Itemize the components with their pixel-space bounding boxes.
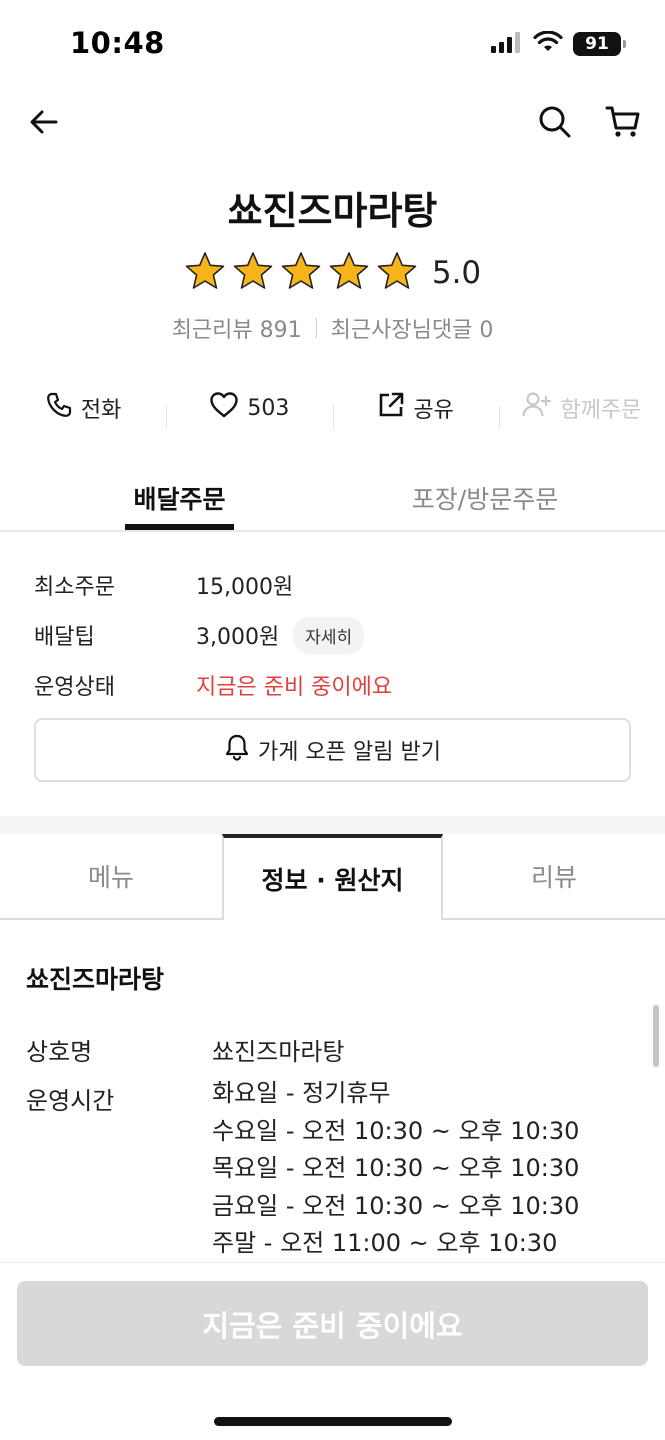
call-button[interactable]: 전화 — [0, 391, 166, 425]
status-row: 운영상태 지금은 준비 중이에요 — [34, 660, 634, 710]
hours-line: 목요일 - 오전 10:30 ~ 오후 10:30 — [212, 1154, 580, 1182]
signal-icon — [491, 31, 523, 57]
back-arrow-icon[interactable] — [24, 102, 64, 142]
hours-line: 주말 - 오전 11:00 ~ 오후 10:30 — [212, 1229, 558, 1257]
min-order-value: 15,000원 — [196, 575, 294, 600]
call-label: 전화 — [80, 398, 122, 423]
nav-bar — [0, 92, 665, 152]
like-button[interactable]: 503 — [166, 391, 332, 429]
business-name-value: 쑈진즈마라탕 — [212, 1038, 345, 1066]
delivery-tip-value: 3,000원 — [196, 625, 280, 650]
content-tabs: 메뉴 정보 · 원산지 리뷰 — [0, 834, 665, 920]
like-count: 503 — [247, 395, 290, 421]
business-name-row: 상호명 쑈진즈마라탕 — [26, 1032, 626, 1067]
delivery-tip-label: 배달팁 — [34, 625, 95, 650]
rating-value: 5.0 — [431, 255, 482, 291]
tab-delivery[interactable]: 배달주문 — [125, 480, 234, 516]
min-order-label: 최소주문 — [34, 575, 115, 600]
wifi-icon — [533, 30, 563, 57]
group-order-label: 함께주문 — [560, 398, 642, 423]
home-indicator — [214, 1417, 452, 1426]
star-icon — [328, 250, 370, 296]
tab-pickup[interactable]: 포장/방문주문 — [390, 480, 580, 516]
share-label: 공유 — [413, 398, 454, 423]
hours-line: 수요일 - 오전 10:30 ~ 오후 10:30 — [212, 1116, 580, 1145]
status-time: 10:48 — [70, 26, 165, 60]
delivery-tip-detail-button[interactable]: 자세히 — [293, 616, 365, 654]
hours-label: 운영시간 — [26, 1087, 115, 1115]
battery-icon: 91 — [573, 32, 626, 56]
group-order-button[interactable]: 함께주문 — [498, 391, 665, 429]
active-tab-indicator — [125, 524, 234, 530]
cart-icon[interactable] — [603, 102, 643, 142]
tab-menu[interactable]: 메뉴 — [0, 834, 222, 920]
section-title: 쑈진즈마라탕 — [26, 965, 165, 994]
min-order-row: 최소주문 15,000원 — [34, 560, 634, 610]
divider — [315, 318, 317, 338]
status-value: 지금은 준비 중이에요 — [196, 675, 393, 700]
hours-row: 운영시간 화요일 - 정기휴무 수요일 - 오전 10:30 ~ 오후 10:3… — [26, 1079, 626, 1263]
share-icon — [377, 391, 405, 425]
owner-replies-link[interactable]: 최근사장님댓글 0 — [331, 312, 494, 344]
order-type-tabs: 배달주문 포장/방문주문 — [0, 462, 665, 532]
tab-review[interactable]: 리뷰 — [443, 834, 665, 920]
store-detail-table: 상호명 쑈진즈마라탕 운영시간 화요일 - 정기휴무 수요일 - 오전 10:3… — [26, 1032, 626, 1263]
store-info-section: 쑈진즈마라탕 상호명 쑈진즈마라탕 운영시간 화요일 - 정기휴무 수요일 - … — [26, 960, 626, 1257]
delivery-tip-row: 배달팁 3,000원 자세히 — [34, 610, 634, 660]
status-label: 운영상태 — [34, 675, 115, 700]
tab-info[interactable]: 정보 · 원산지 — [222, 834, 443, 920]
order-cta-button[interactable]: 지금은 준비 중이에요 — [17, 1281, 648, 1366]
heart-icon — [209, 391, 239, 425]
action-row: 전화 503 공유 함께주문 — [0, 380, 665, 436]
phone-icon — [45, 391, 73, 425]
business-name-label: 상호명 — [26, 1038, 93, 1066]
open-alert-button[interactable]: 가게 오픈 알림 받기 — [34, 718, 631, 782]
order-info: 최소주문 15,000원 배달팁 3,000원 자세히 운영상태 지금은 준비 … — [34, 560, 634, 710]
star-icon — [184, 250, 226, 296]
store-title: 쑈진즈마라탕 — [227, 189, 438, 233]
review-stats: 최근리뷰 891 최근사장님댓글 0 — [0, 312, 665, 344]
add-user-icon — [522, 391, 552, 425]
hours-list: 화요일 - 정기휴무 수요일 - 오전 10:30 ~ 오후 10:30 목요일… — [212, 1075, 579, 1263]
share-button[interactable]: 공유 — [332, 391, 499, 429]
rating-row: 5.0 — [0, 250, 665, 296]
star-icon — [280, 250, 322, 296]
status-bar: 10:48 91 — [0, 0, 665, 88]
hours-line: 금요일 - 오전 10:30 ~ 오후 10:30 — [212, 1191, 580, 1220]
hours-line: 화요일 - 정기휴무 — [212, 1079, 391, 1107]
scrollbar[interactable] — [653, 1005, 659, 1067]
section-divider — [0, 816, 665, 834]
star-rating — [184, 250, 418, 296]
status-icons: 91 — [491, 30, 626, 58]
battery-level: 91 — [585, 34, 609, 54]
star-icon — [376, 250, 418, 296]
open-alert-label: 가게 오픈 알림 받기 — [258, 740, 441, 765]
recent-reviews-link[interactable]: 최근리뷰 891 — [172, 312, 302, 344]
bottom-bar: 지금은 준비 중이에요 — [0, 1262, 665, 1440]
search-icon[interactable] — [535, 102, 575, 142]
bell-icon — [224, 733, 250, 767]
star-icon — [232, 250, 274, 296]
